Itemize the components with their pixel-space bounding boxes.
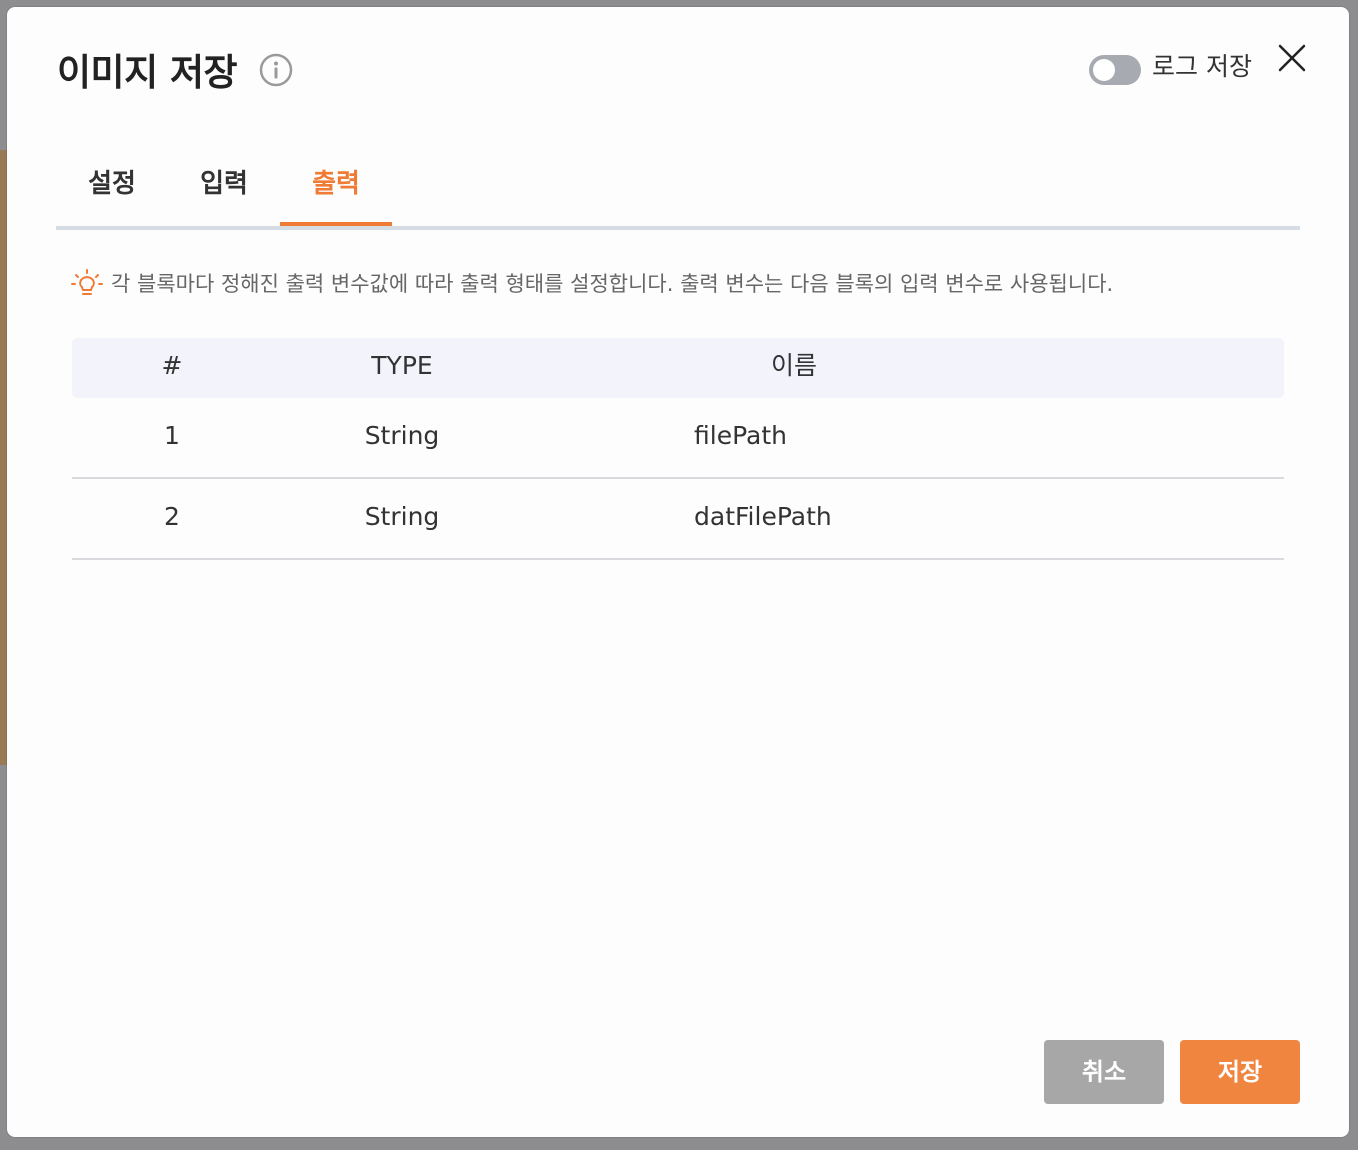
row-index: 1 (164, 421, 180, 450)
dialog-title: 이미지 저장 (57, 51, 238, 94)
close-icon[interactable] (1275, 41, 1309, 75)
row-type: String (364, 421, 440, 450)
row-name: datFilePath (694, 502, 832, 531)
toggle-knob (1093, 59, 1115, 81)
hint-text: 각 블록마다 정해진 출력 변수값에 따라 출력 형태를 설정합니다. 출력 변… (111, 272, 1114, 296)
tab-bar: 설정 입력 출력 (56, 157, 1300, 230)
lightbulb-icon (71, 267, 103, 301)
header-name: 이름 (770, 351, 817, 380)
tab-output[interactable]: 출력 (280, 157, 392, 222)
table-row: 2 String datFilePath (72, 479, 1284, 560)
row-type: String (364, 502, 440, 531)
row-index: 2 (164, 502, 180, 531)
header-type: TYPE (371, 351, 433, 380)
tab-settings[interactable]: 설정 (56, 157, 168, 222)
log-save-toggle[interactable] (1089, 55, 1141, 85)
log-save-label: 로그 저장 (1152, 52, 1252, 81)
output-variables-table: # TYPE 이름 1 String filePath 2 String dat… (72, 338, 1284, 560)
table-header: # TYPE 이름 (72, 338, 1284, 398)
cancel-button[interactable]: 취소 (1044, 1040, 1164, 1104)
active-tab-indicator (280, 222, 392, 226)
save-button[interactable]: 저장 (1180, 1040, 1300, 1104)
header-index: # (161, 351, 183, 380)
table-row: 1 String filePath (72, 398, 1284, 479)
tab-input[interactable]: 입력 (168, 157, 280, 222)
image-save-dialog: 이미지 저장 로그 저장 설정 입력 출력 각 블록마다 정해진 출력 변수값에… (7, 7, 1349, 1137)
info-circle-icon[interactable] (259, 53, 293, 87)
row-name: filePath (694, 421, 787, 450)
